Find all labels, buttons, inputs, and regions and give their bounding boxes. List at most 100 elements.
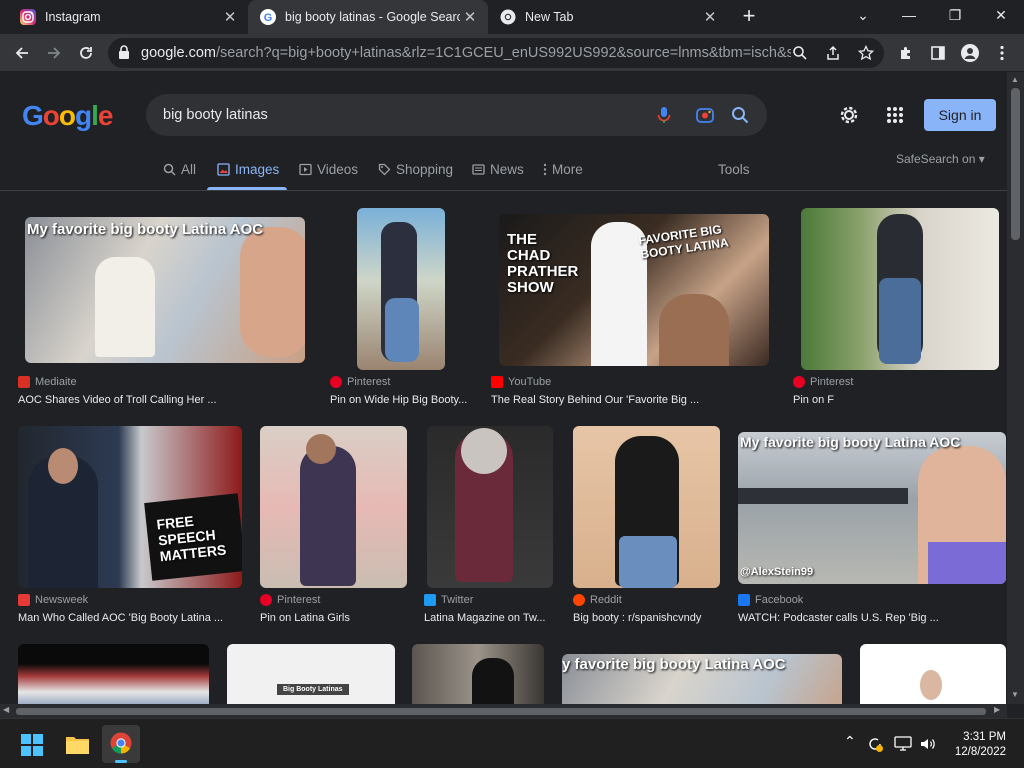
tab-all[interactable]: All: [163, 162, 196, 177]
result-thumbnail[interactable]: My favorite big booty Latina AOC: [25, 217, 305, 363]
network-icon[interactable]: [894, 736, 912, 752]
scroll-left-icon[interactable]: ◀: [3, 705, 9, 714]
result-thumbnail[interactable]: THE CHAD PRATHER SHOW FAVORITE BIG BOOTY…: [499, 214, 769, 366]
tab-instagram[interactable]: Instagram ✕: [8, 0, 248, 34]
tab-new-tab[interactable]: New Tab ✕: [488, 0, 728, 34]
minimize-icon[interactable]: —: [886, 0, 932, 30]
lens-icon[interactable]: [695, 105, 715, 125]
zoom-icon[interactable]: [792, 45, 808, 61]
tab-more[interactable]: More: [543, 162, 583, 177]
side-panel-icon[interactable]: [924, 39, 952, 67]
forward-icon[interactable]: [40, 39, 68, 67]
search-input[interactable]: big booty latinas: [163, 107, 268, 123]
search-box[interactable]: big booty latinas: [146, 94, 767, 136]
result-thumbnail[interactable]: [412, 644, 544, 704]
result-caption[interactable]: Latina Magazine on Tw...: [424, 612, 554, 624]
tab-google-search[interactable]: G big booty latinas - Google Search ✕: [248, 0, 488, 34]
menu-kebab-icon[interactable]: [988, 39, 1016, 67]
scroll-right-icon[interactable]: ▶: [994, 705, 1000, 714]
scroll-up-icon[interactable]: ▲: [1011, 75, 1019, 84]
reload-icon[interactable]: [72, 39, 100, 67]
result-caption[interactable]: Pin on F: [793, 394, 953, 406]
chrome-taskbar-button[interactable]: [102, 725, 140, 763]
extensions-icon[interactable]: [892, 39, 920, 67]
result-thumbnail[interactable]: [801, 208, 999, 370]
windows-start-icon[interactable]: [21, 734, 43, 756]
file-explorer-icon[interactable]: [65, 733, 90, 755]
google-logo[interactable]: Google: [22, 100, 113, 132]
scroll-down-icon[interactable]: ▼: [1011, 690, 1019, 699]
result-caption[interactable]: AOC Shares Video of Troll Calling Her ..…: [18, 394, 238, 406]
tab-close-icon[interactable]: ✕: [700, 8, 720, 26]
lock-icon[interactable]: [118, 45, 130, 60]
twitter-icon: [424, 594, 436, 606]
result-thumbnail[interactable]: [357, 208, 445, 370]
maximize-icon[interactable]: ❐: [932, 0, 978, 30]
tab-videos[interactable]: Videos: [299, 162, 358, 177]
volume-icon[interactable]: [919, 736, 937, 752]
system-clock[interactable]: 3:31 PM 12/8/2022: [955, 730, 1006, 760]
update-status-icon[interactable]: [866, 735, 884, 753]
vertical-scrollbar[interactable]: ▲ ▼: [1007, 72, 1024, 704]
browser-toolbar: google.com/search?q=big+booty+latinas&rl…: [0, 34, 1024, 72]
apps-grid-icon[interactable]: [884, 104, 906, 126]
search-icon[interactable]: [730, 105, 750, 125]
result-thumbnail[interactable]: [860, 644, 1006, 704]
scrollbar-thumb[interactable]: [1011, 88, 1020, 240]
close-window-icon[interactable]: ✕: [978, 0, 1024, 30]
chevron-up-icon[interactable]: ⌃: [844, 733, 856, 750]
address-bar[interactable]: google.com/search?q=big+booty+latinas&rl…: [108, 38, 884, 68]
result-thumbnail[interactable]: [260, 426, 407, 588]
back-icon[interactable]: [8, 39, 36, 67]
profile-icon[interactable]: [956, 39, 984, 67]
result-caption[interactable]: Pin on Wide Hip Big Booty...: [330, 394, 470, 406]
facebook-icon: [738, 594, 750, 606]
tab-images[interactable]: Images: [217, 162, 279, 177]
search-nav: All Images Videos Shopping News More: [0, 154, 1007, 190]
image-overlay-text: THE CHAD PRATHER SHOW: [507, 231, 579, 296]
result-thumbnail[interactable]: FREE SPEECH MATTERS: [18, 426, 242, 588]
scrollbar-thumb[interactable]: [16, 708, 986, 715]
pinterest-icon: [330, 376, 342, 388]
url-text[interactable]: google.com/search?q=big+booty+latinas&rl…: [141, 45, 791, 61]
horizontal-scrollbar[interactable]: ◀ ▶: [0, 704, 1007, 718]
result-caption[interactable]: Pin on Latina Girls: [260, 612, 400, 624]
chrome-icon: [110, 732, 132, 754]
voice-search-icon[interactable]: [654, 105, 674, 125]
image-overlay-text: Big Booty Latinas: [277, 684, 349, 695]
youtube-icon: [491, 376, 503, 388]
sign-in-button[interactable]: Sign in: [924, 99, 996, 131]
image-icon: [217, 163, 230, 176]
result-source: Newsweek: [18, 594, 88, 606]
result-source: YouTube: [491, 376, 551, 388]
bookmark-star-icon[interactable]: [858, 45, 874, 61]
result-source: Pinterest: [260, 594, 320, 606]
result-thumbnail[interactable]: Big Booty Latinas: [227, 644, 395, 704]
tab-strip: Instagram ✕ G big booty latinas - Google…: [0, 0, 1024, 34]
result-thumbnail[interactable]: [573, 426, 720, 588]
settings-gear-icon[interactable]: [838, 104, 860, 126]
pinterest-icon: [793, 376, 805, 388]
result-thumbnail[interactable]: y favorite big booty Latina AOC: [562, 654, 842, 704]
tab-shopping[interactable]: Shopping: [378, 162, 453, 177]
result-caption[interactable]: The Real Story Behind Our 'Favorite Big …: [491, 394, 711, 406]
result-thumbnail[interactable]: My favorite big booty Latina AOC @AlexSt…: [738, 432, 1006, 584]
video-icon: [299, 163, 312, 176]
result-caption[interactable]: WATCH: Podcaster calls U.S. Rep 'Big ...: [738, 612, 968, 624]
result-thumbnail[interactable]: [427, 426, 553, 588]
result-thumbnail[interactable]: [18, 644, 209, 704]
new-tab-button[interactable]: +: [737, 5, 761, 29]
reddit-icon: [573, 594, 585, 606]
tools-button[interactable]: Tools: [718, 162, 750, 177]
result-caption[interactable]: Man Who Called AOC 'Big Booty Latina ...: [18, 612, 238, 624]
search-icon: [163, 163, 176, 176]
tab-news[interactable]: News: [472, 162, 524, 177]
windows-taskbar: ⌃ 3:31 PM 12/8/2022: [0, 718, 1024, 768]
image-overlay-text: FREE SPEECH MATTERS: [155, 512, 228, 565]
tab-title: Instagram: [45, 10, 101, 24]
tab-close-icon[interactable]: ✕: [220, 8, 240, 26]
share-icon[interactable]: [825, 45, 841, 61]
tab-close-icon[interactable]: ✕: [460, 8, 480, 26]
result-caption[interactable]: Big booty : r/spanishcvndy: [573, 612, 723, 624]
tab-search-icon[interactable]: ⌄: [840, 0, 886, 30]
